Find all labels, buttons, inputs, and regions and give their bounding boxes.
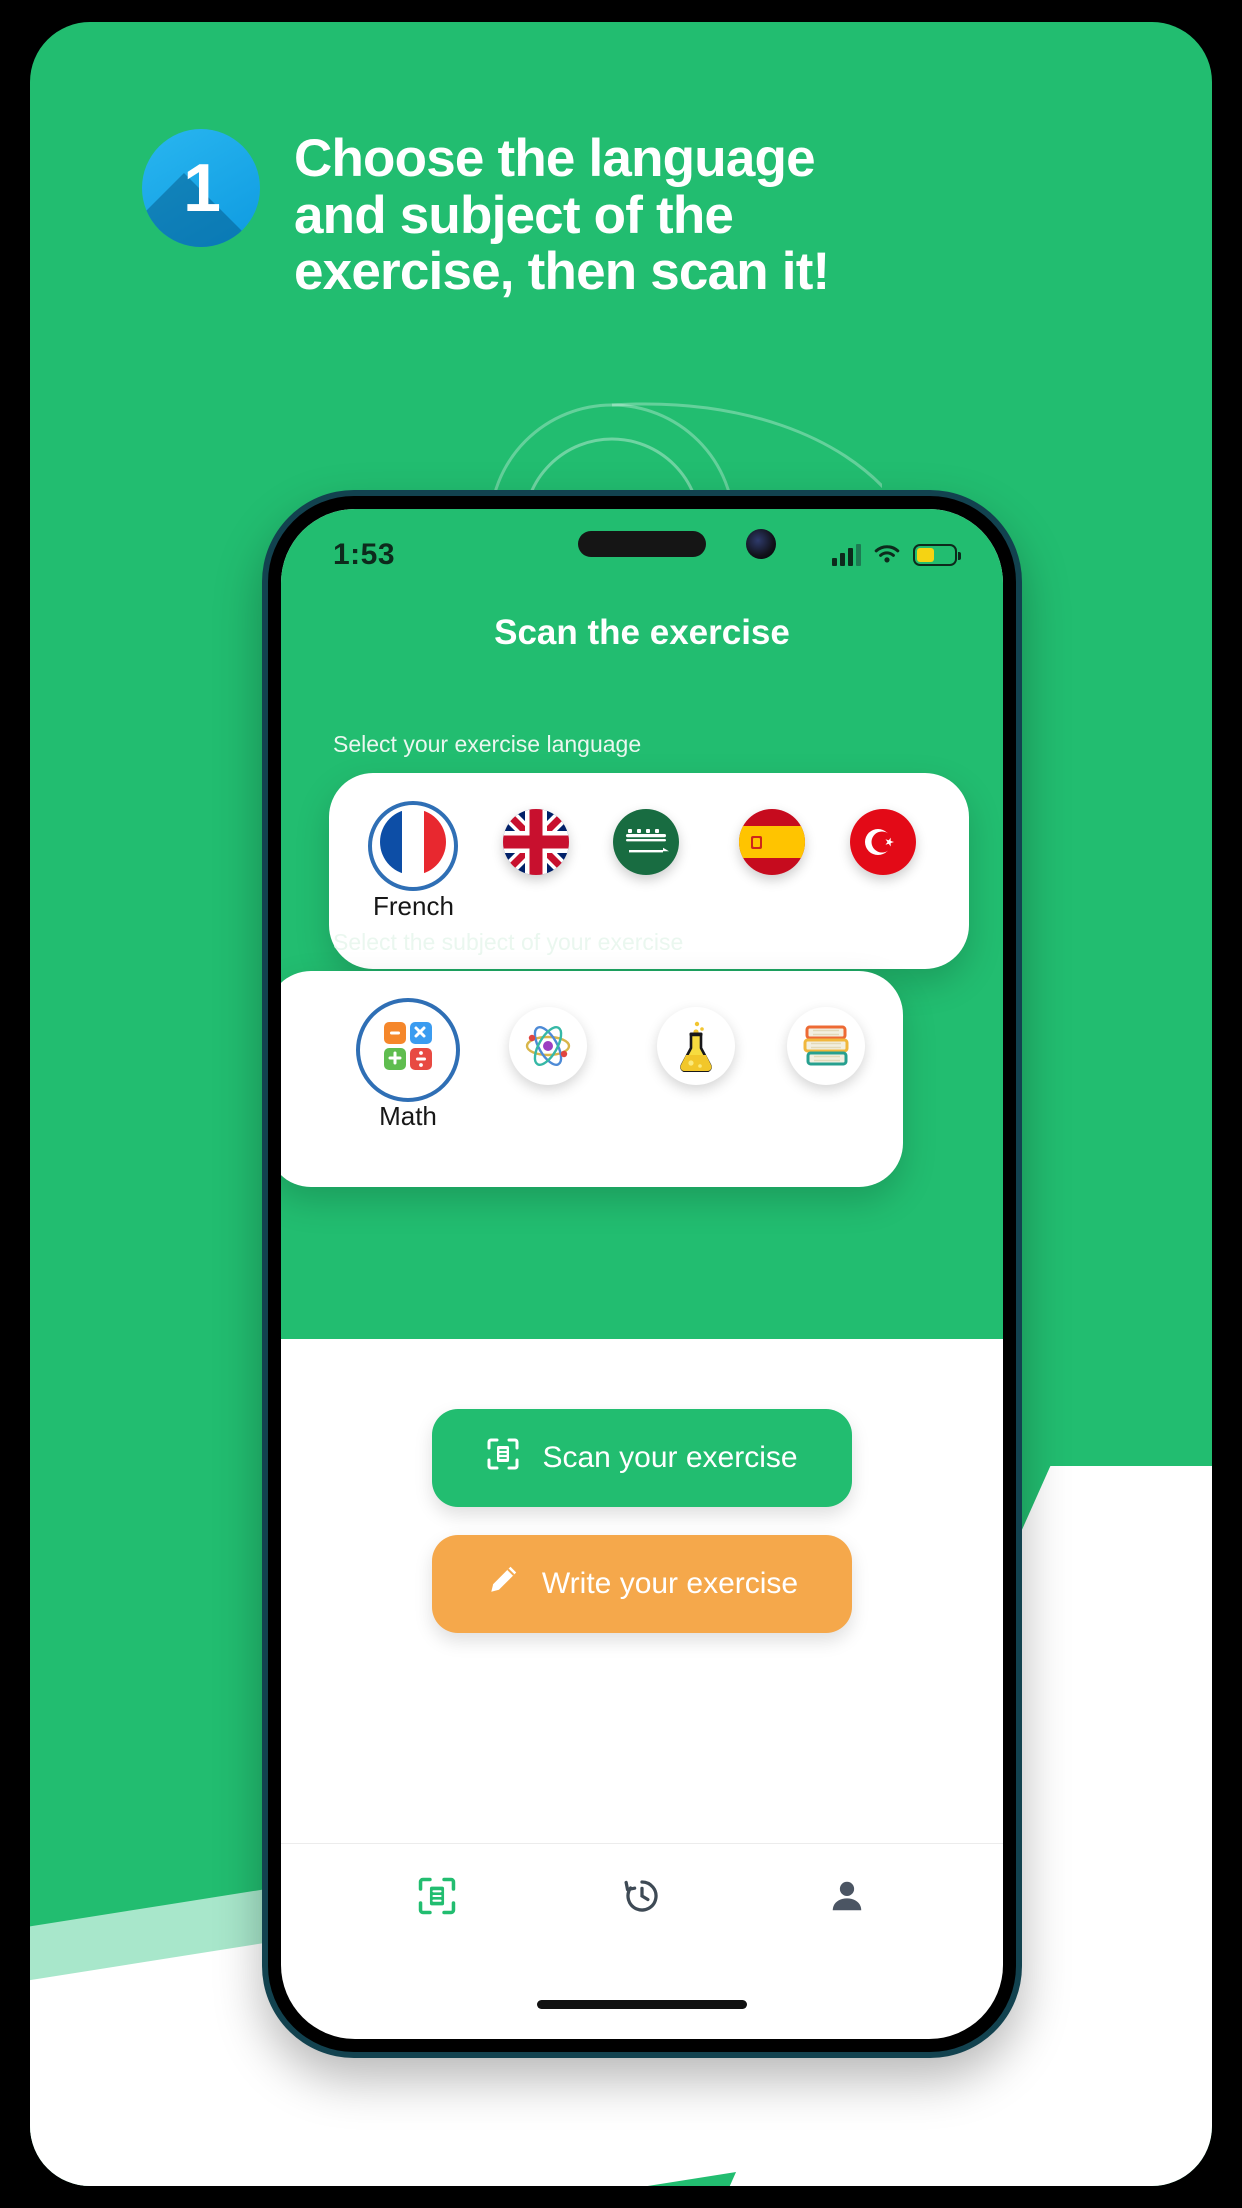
battery-icon [913,544,961,566]
front-camera-icon [746,529,776,559]
wifi-icon [873,544,901,566]
promo-header: 1 Choose the language and subject of the… [142,127,1162,301]
history-clock-icon [621,1875,663,1922]
subject-section-label: Select the subject of your exercise [333,929,684,955]
subject-option-label: Math [379,1101,437,1131]
headline-line-2: and subject of the [294,185,734,245]
battery-fill [917,548,934,562]
bottom-navigation [281,1843,1003,1953]
language-option-spanish[interactable]: Spanish [725,809,819,922]
dynamic-island [578,531,706,557]
scan-frame-icon [417,1876,457,1921]
app-screen: 1:53 Scan the exercise Select your exerc… [281,509,1003,2039]
nav-item-scan[interactable] [392,1863,482,1935]
step-number-badge: 1 [142,129,260,247]
language-option-english[interactable]: English [493,809,578,922]
language-option-turkish[interactable]: Turkish [841,809,925,922]
promo-headline: Choose the language and subject of the e… [294,127,830,302]
subject-option-physics[interactable]: Physics [503,1007,593,1132]
subject-option-math[interactable]: Math [369,1007,447,1132]
nav-item-profile[interactable] [802,1863,892,1935]
promo-background: 1 Choose the language and subject of the… [30,22,1212,2186]
language-section-label: Select your exercise language [333,731,642,757]
subject-option-chemistry[interactable]: Chemistry [637,1007,754,1132]
write-button-label: Write your exercise [541,1567,799,1600]
scan-button-label: Scan your exercise [542,1441,798,1474]
atom-icon [508,1007,587,1085]
subject-options-row: Math [281,971,903,1187]
page-title: Scan the exercise [494,613,790,652]
flag-saudi-arabia-icon [612,809,679,875]
home-indicator [537,2000,747,2009]
subject-option-literature[interactable]: Literature [771,1007,881,1132]
flag-turkey-icon [850,809,917,875]
flag-spain-icon [738,809,805,875]
action-buttons: Scan your exercise Write your exercise [281,1409,1003,1661]
status-bar-time: 1:53 [333,538,396,571]
pencil-icon [486,1563,520,1605]
write-your-exercise-button[interactable]: Write your exercise [432,1535,852,1633]
scan-frame-icon [486,1437,520,1479]
promo-canvas: 1 Choose the language and subject of the… [0,0,1242,2208]
flag-france-icon [380,809,447,875]
phone-mockup: 1:53 Scan the exercise Select your exerc… [262,490,1022,2058]
person-icon [828,1877,866,1920]
step-number-label: 1 [183,150,221,226]
scan-your-exercise-button[interactable]: Scan your exercise [432,1409,852,1507]
books-icon [786,1007,865,1085]
headline-line-1: Choose the language [294,129,816,188]
flag-united-kingdom-icon [502,809,569,875]
language-option-label: French [373,891,454,921]
headline-line-3: exercise, then scan it! [294,242,830,302]
flask-icon [656,1007,735,1085]
calculator-icon [369,1007,447,1085]
nav-item-history[interactable] [597,1863,687,1935]
cellular-signal-icon [832,544,861,566]
subject-selector-card: Math [281,971,903,1187]
status-bar-indicators [832,544,961,566]
language-option-french[interactable]: French [373,809,454,922]
language-option-arabic[interactable]: Arabic [609,809,683,922]
phone-bezel: 1:53 Scan the exercise Select your exerc… [268,496,1016,2052]
